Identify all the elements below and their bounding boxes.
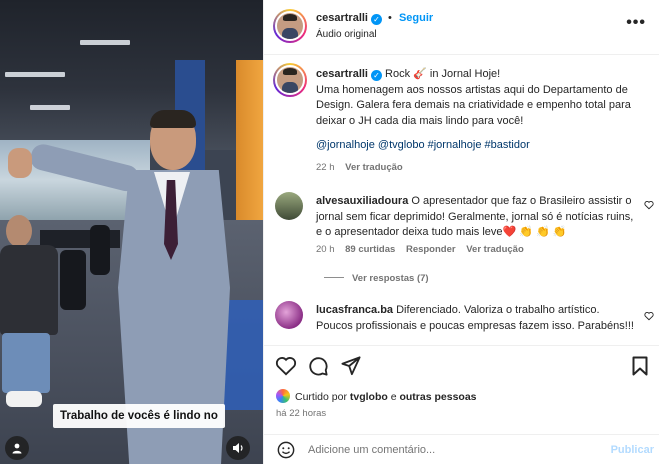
view-replies-button[interactable]: Ver respostas (7) [324,273,429,284]
mute-toggle-button[interactable] [226,436,250,460]
caption-author-avatar[interactable] [273,63,307,97]
comment-input[interactable] [308,442,588,458]
tagged-users-button[interactable] [5,436,29,460]
publish-button[interactable]: Publicar [611,444,654,456]
thumbs-up-hand [8,148,32,178]
caption-tags[interactable]: @jornalhoje @tvglobo #jornalhoje #bastid… [316,139,530,151]
comments-section[interactable]: cesartralli ✓ Rock 🎸 in Jornal Hoje! Uma … [264,55,659,345]
office-chair [60,250,86,310]
like-comment-heart-icon[interactable] [644,200,654,210]
separator-dot: • [388,12,392,24]
replies-divider [324,277,344,278]
verified-badge-icon: ✓ [370,70,382,81]
comment-likes[interactable]: 89 curtidas [345,244,395,255]
post-timestamp[interactable]: há 22 horas [276,408,326,419]
commenter-avatar[interactable] [275,301,303,329]
caption-meta: 22 h Ver tradução [316,162,403,173]
reel-video[interactable]: Trabalho de vocês é lindo no [0,0,263,464]
comment-bubble-icon[interactable] [308,356,328,376]
view-replies-label: Ver respostas (7) [352,273,429,284]
presenter-hair [150,110,196,128]
post-panel: cesartralli ✓ • Seguir Áudio original •••… [263,0,659,464]
caption-body: Uma homenagem aos nossos artistas aqui d… [316,83,631,127]
like-comment-heart-icon[interactable] [644,311,654,321]
speaker-icon [232,443,243,453]
liked-by-connector: e [390,391,397,403]
save-bookmark-icon[interactable] [632,356,648,376]
share-paper-plane-icon[interactable] [341,356,361,376]
audio-label[interactable]: Áudio original [316,29,377,40]
caption-first-line: Rock 🎸 in Jornal Hoje! [385,68,501,80]
caption-username[interactable]: cesartralli [316,68,368,80]
office-chair [90,225,110,275]
ceiling-light [5,72,65,77]
user-icon [12,443,22,454]
comment-2: lucasfranca.ba Diferenciado. Valoriza o … [316,303,634,334]
post-header: cesartralli ✓ • Seguir Áudio original ••• [264,0,659,55]
follow-button[interactable]: Seguir [399,12,433,24]
more-options-icon[interactable]: ••• [626,14,646,32]
liked-by-others[interactable]: outras pessoas [399,391,476,403]
ceiling-light [30,105,70,110]
author-avatar[interactable] [273,9,307,43]
comment-username[interactable]: lucasfranca.ba [316,304,393,316]
comment-time[interactable]: 20 h [316,244,335,255]
comment-1: alvesauxiliadoura O apresentador que faz… [316,194,634,241]
seated-colleague [0,215,60,415]
video-caption: Trabalho de vocês é lindo no [53,404,225,428]
liked-by-user[interactable]: tvglobo [350,391,388,403]
like-heart-icon[interactable] [275,356,297,376]
caption-translate-link[interactable]: Ver tradução [345,162,403,173]
reply-button[interactable]: Responder [406,244,456,255]
emoji-smiley-icon[interactable] [277,441,295,459]
liker-avatar[interactable] [276,389,290,403]
ceiling-light [80,40,130,45]
commenter-avatar[interactable] [275,192,303,220]
comment-username[interactable]: alvesauxiliadoura [316,195,408,207]
comment-translate-link[interactable]: Ver tradução [466,244,524,255]
liked-by-prefix: Curtido por [295,391,347,403]
comment-meta: 20 h 89 curtidas Responder Ver tradução [316,244,524,255]
liked-by-line: Curtido por tvglobo e outras pessoas [276,389,477,403]
caption-time[interactable]: 22 h [316,162,335,173]
post-caption: cesartralli ✓ Rock 🎸 in Jornal Hoje! Uma … [316,67,646,154]
add-comment-bar: Publicar [264,434,659,464]
verified-badge-icon: ✓ [370,14,382,25]
author-username[interactable]: cesartralli [316,12,368,24]
